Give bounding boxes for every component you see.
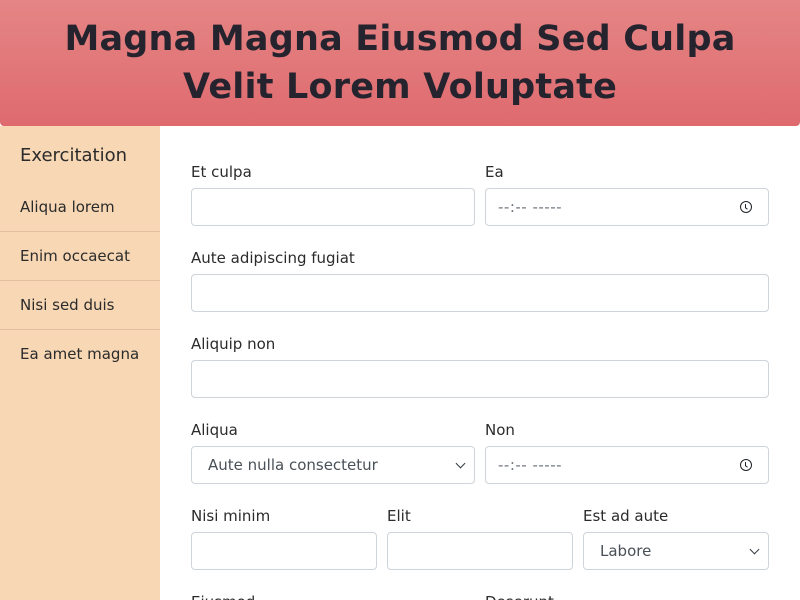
ea-label: Ea	[485, 163, 504, 181]
non-label: Non	[485, 421, 515, 439]
field-aliqua: Aliqua Aute nulla consectetur	[191, 420, 475, 486]
eiusmod-label: Eiusmod	[191, 592, 475, 600]
sidebar-list: Aliqua lorem Enim occaecat Nisi sed duis…	[0, 183, 160, 379]
aliquip-non-label: Aliquip non	[191, 335, 276, 353]
nisi-minim-label: Nisi minim	[191, 507, 271, 525]
clock-icon[interactable]	[740, 201, 752, 213]
page-title: Magna Magna Eiusmod Sed Culpa Velit Lore…	[64, 19, 736, 107]
elit-label: Elit	[387, 507, 411, 525]
et-culpa-label: Et culpa	[191, 163, 252, 181]
aute-adipiscing-fugiat-label: Aute adipiscing fugiat	[191, 249, 355, 267]
form-area: Et culpa Ea --:-- ----- Aute adipiscing …	[160, 126, 800, 600]
est-ad-aute-selected-value: Labore	[600, 542, 652, 560]
field-est-ad-aute: Est ad aute Labore	[583, 506, 769, 572]
field-ea: Ea --:-- -----	[485, 162, 769, 228]
aliqua-select[interactable]: Aute nulla consectetur	[191, 446, 475, 484]
chevron-down-icon	[749, 544, 760, 554]
field-et-culpa: Et culpa	[191, 162, 475, 228]
sidebar-item-ea-amet-magna[interactable]: Ea amet magna	[0, 330, 160, 379]
field-deserunt: Deserunt	[485, 592, 769, 600]
et-culpa-input[interactable]	[191, 188, 475, 226]
field-non: Non --:-- -----	[485, 420, 769, 486]
sidebar-item-nisi-sed-duis[interactable]: Nisi sed duis	[0, 281, 160, 330]
aliqua-label: Aliqua	[191, 421, 238, 439]
aliqua-selected-value: Aute nulla consectetur	[208, 456, 378, 474]
elit-input[interactable]	[387, 532, 573, 570]
deserunt-label: Deserunt	[485, 592, 769, 600]
page-header: Magna Magna Eiusmod Sed Culpa Velit Lore…	[0, 0, 800, 126]
est-ad-aute-select[interactable]: Labore	[583, 532, 769, 570]
aute-adipiscing-fugiat-input[interactable]	[191, 274, 769, 312]
clock-icon[interactable]	[740, 459, 752, 471]
ea-time-input[interactable]: --:-- -----	[485, 188, 769, 226]
ea-time-value: --:-- -----	[498, 198, 563, 216]
sidebar-title: Exercitation	[20, 145, 128, 166]
est-ad-aute-label: Est ad aute	[583, 507, 669, 525]
non-time-input[interactable]: --:-- -----	[485, 446, 769, 484]
field-aute-adipiscing-fugiat: Aute adipiscing fugiat	[191, 248, 769, 314]
sidebar: Exercitation Aliqua lorem Enim occaecat …	[0, 126, 160, 600]
sidebar-item-enim-occaecat[interactable]: Enim occaecat	[0, 232, 160, 281]
aliquip-non-input[interactable]	[191, 360, 769, 398]
sidebar-item-aliqua-lorem[interactable]: Aliqua lorem	[0, 183, 160, 232]
non-time-value: --:-- -----	[498, 456, 563, 474]
field-eiusmod: Eiusmod	[191, 592, 475, 600]
nisi-minim-input[interactable]	[191, 532, 377, 570]
field-nisi-minim: Nisi minim	[191, 506, 377, 572]
chevron-down-icon	[455, 458, 466, 468]
field-elit: Elit	[387, 506, 573, 572]
field-aliquip-non: Aliquip non	[191, 334, 769, 400]
